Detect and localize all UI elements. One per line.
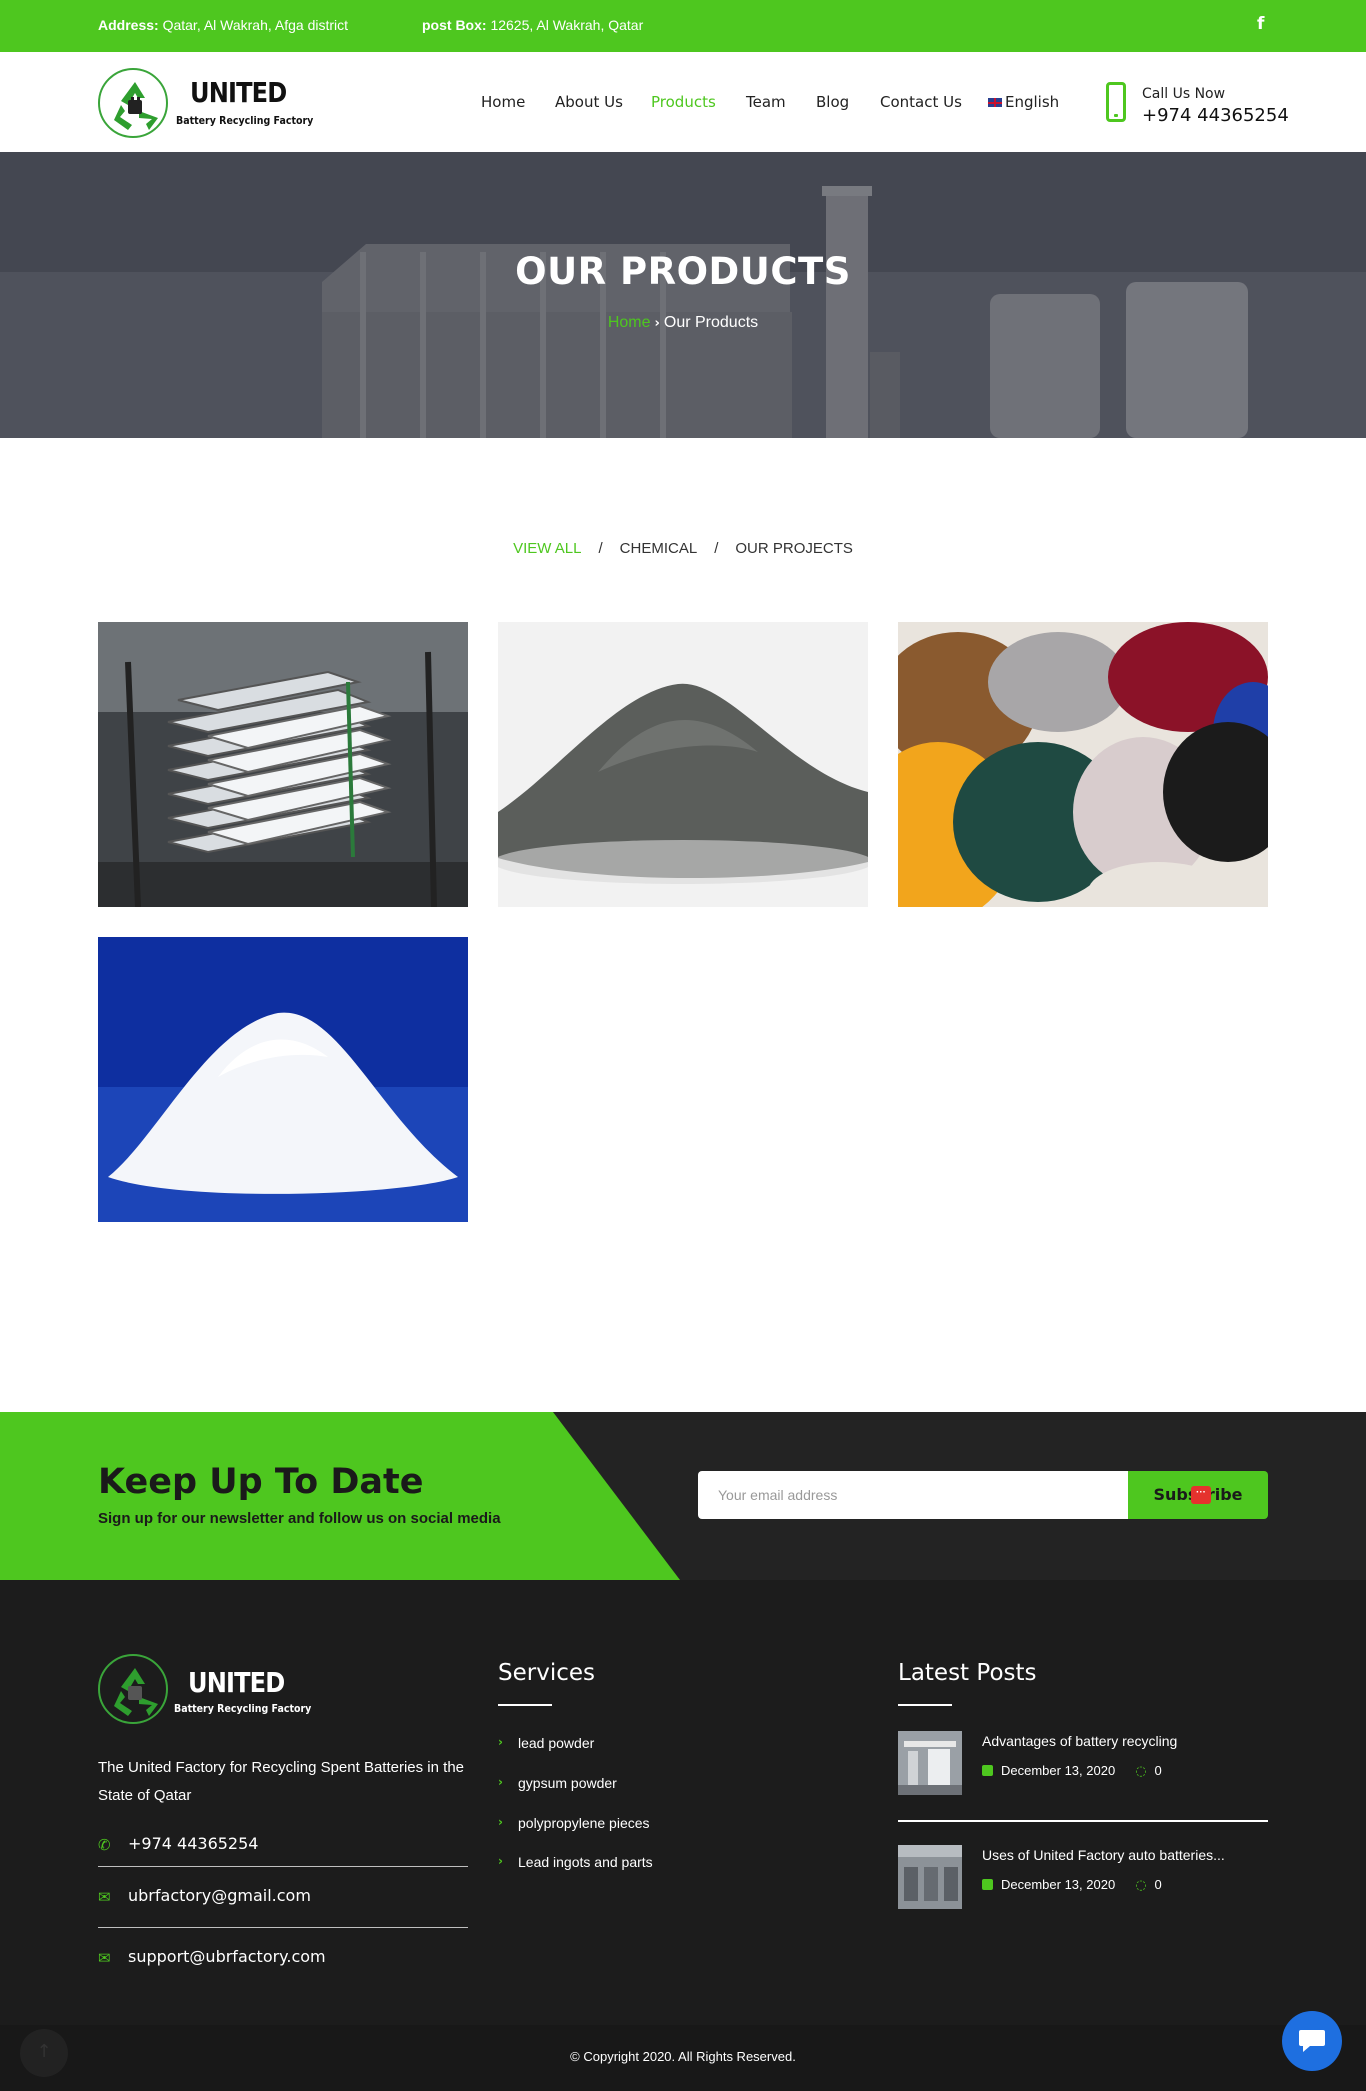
post-meta: December 13, 2020 ◌ 0 bbox=[982, 1763, 1162, 1779]
nav-team[interactable]: Team bbox=[746, 93, 786, 111]
footer-description: The United Factory for Recycling Spent B… bbox=[98, 1759, 465, 1804]
newsletter-heading: Keep Up To Date bbox=[98, 1462, 424, 1502]
post-meta: December 13, 2020 ◌ 0 bbox=[982, 1877, 1162, 1893]
logo-name: UNITED bbox=[190, 76, 287, 109]
chevron-right-icon: › bbox=[498, 1735, 503, 1749]
product-filter: VIEW ALL / CHEMICAL / OUR PROJECTS bbox=[0, 540, 1366, 557]
recycle-logo-icon bbox=[98, 68, 168, 138]
facebook-icon[interactable]: f bbox=[1257, 14, 1264, 34]
call-us-block: Call Us Now +974 44365254 bbox=[1106, 80, 1289, 126]
uk-flag-icon bbox=[988, 98, 1002, 107]
calendar-icon bbox=[982, 1765, 993, 1776]
po-box-text: post Box: 12625, Al Wakrah, Qatar bbox=[422, 17, 644, 33]
chevron-right-icon: › bbox=[498, 1815, 503, 1829]
services-underline bbox=[498, 1704, 552, 1706]
footer-email-2-text[interactable]: support@ubrfactory.com bbox=[128, 1947, 326, 1966]
top-bar: Address: Qatar, Al Wakrah, Afga district… bbox=[0, 0, 1366, 52]
product-card-white-powder[interactable] bbox=[98, 937, 468, 1222]
filter-view-all[interactable]: VIEW ALL bbox=[513, 540, 581, 557]
footer-phone-text[interactable]: +974 44365254 bbox=[128, 1834, 258, 1853]
chevron-right-icon: › bbox=[654, 316, 660, 331]
logo-tagline: Battery Recycling Factory bbox=[176, 114, 314, 127]
nav-blog[interactable]: Blog bbox=[816, 93, 849, 111]
lead-ingots-image bbox=[98, 622, 468, 907]
post-date: December 13, 2020 bbox=[1001, 1877, 1116, 1892]
chevron-right-icon: › bbox=[498, 1775, 503, 1789]
nav-home[interactable]: Home bbox=[481, 93, 525, 111]
footer-logo-tagline: Battery Recycling Factory bbox=[174, 1702, 312, 1715]
post-comment-count: 0 bbox=[1154, 1877, 1162, 1892]
mobile-phone-icon bbox=[1106, 82, 1126, 122]
post-thumbnail[interactable] bbox=[898, 1845, 962, 1909]
recycle-logo-icon bbox=[98, 1654, 168, 1724]
page-title: OUR PRODUCTS bbox=[515, 250, 851, 293]
breadcrumb-current: Our Products bbox=[663, 314, 759, 331]
footer-logo[interactable]: UNITED Battery Recycling Factory bbox=[98, 1654, 312, 1726]
copyright-text: © Copyright 2020. All Rights Reserved. bbox=[570, 2049, 796, 2064]
filter-chemical[interactable]: CHEMICAL bbox=[620, 540, 698, 557]
newsletter-subheading: Sign up for our newsletter and follow us… bbox=[98, 1510, 501, 1527]
site-logo[interactable]: UNITED Battery Recycling Factory bbox=[98, 66, 313, 140]
nav-products[interactable]: Products bbox=[651, 93, 716, 111]
product-card-plastic-pellets[interactable] bbox=[898, 622, 1268, 907]
comment-icon: ◌ bbox=[1135, 1878, 1147, 1893]
envelope-icon: ✉ bbox=[98, 1949, 111, 1967]
services-heading: Services bbox=[498, 1660, 595, 1686]
latest-posts-underline bbox=[898, 1704, 952, 1706]
post-title[interactable]: Advantages of battery recycling bbox=[982, 1733, 1268, 1749]
copyright-bar: ↑ © Copyright 2020. All Rights Reserved. bbox=[0, 2025, 1366, 2091]
factory-background-image bbox=[0, 152, 1366, 438]
latest-posts-heading: Latest Posts bbox=[898, 1660, 1037, 1686]
breadcrumb: Home › Our Products bbox=[0, 314, 1366, 332]
post-comment-count: 0 bbox=[1154, 1763, 1162, 1778]
comment-icon: ◌ bbox=[1135, 1764, 1147, 1779]
language-switcher[interactable]: English bbox=[988, 93, 1059, 111]
post-date: December 13, 2020 bbox=[1001, 1763, 1116, 1778]
gray-powder-image bbox=[498, 622, 868, 907]
nav-contact-us[interactable]: Contact Us bbox=[880, 93, 962, 111]
footer-divider bbox=[98, 1866, 468, 1867]
latest-post[interactable]: Uses of United Factory auto batteries...… bbox=[898, 1845, 1268, 1911]
chevron-right-icon: › bbox=[498, 1854, 503, 1868]
post-title[interactable]: Uses of United Factory auto batteries... bbox=[982, 1847, 1268, 1863]
white-powder-image bbox=[98, 937, 468, 1222]
footer-logo-name: UNITED bbox=[188, 1666, 285, 1699]
post-thumbnail[interactable] bbox=[898, 1731, 962, 1795]
footer-divider bbox=[98, 1927, 468, 1928]
nav-about-us[interactable]: About Us bbox=[555, 93, 623, 111]
latest-post[interactable]: Advantages of battery recycling December… bbox=[898, 1731, 1268, 1797]
site-header: UNITED Battery Recycling Factory Home Ab… bbox=[0, 52, 1366, 152]
page-banner: OUR PRODUCTS Home › Our Products bbox=[0, 152, 1366, 438]
address-text: Address: Qatar, Al Wakrah, Afga district bbox=[98, 17, 349, 33]
plastic-pellets-image bbox=[898, 622, 1268, 907]
phone-icon: ✆ bbox=[98, 1836, 111, 1854]
overlay-badge-icon[interactable]: ··· bbox=[1191, 1486, 1211, 1504]
envelope-icon: ✉ bbox=[98, 1888, 111, 1906]
post-divider bbox=[898, 1820, 1268, 1822]
call-label: Call Us Now bbox=[1142, 86, 1226, 102]
calendar-icon bbox=[982, 1879, 993, 1890]
product-card-gray-powder[interactable] bbox=[498, 622, 868, 907]
filter-separator: / bbox=[714, 540, 719, 557]
filter-our-projects[interactable]: OUR PROJECTS bbox=[735, 540, 853, 557]
site-footer: UNITED Battery Recycling Factory The Uni… bbox=[0, 1580, 1366, 2025]
call-number[interactable]: +974 44365254 bbox=[1142, 105, 1289, 126]
footer-email-1-text[interactable]: ubrfactory@gmail.com bbox=[128, 1886, 311, 1905]
filter-separator: / bbox=[598, 540, 603, 557]
product-card-lead-ingots[interactable] bbox=[98, 622, 468, 907]
chat-icon[interactable] bbox=[1282, 2011, 1342, 2071]
newsletter-section: Keep Up To Date Sign up for our newslett… bbox=[0, 1412, 1366, 1580]
breadcrumb-home[interactable]: Home bbox=[608, 314, 651, 331]
newsletter-email-input[interactable] bbox=[698, 1471, 1130, 1519]
